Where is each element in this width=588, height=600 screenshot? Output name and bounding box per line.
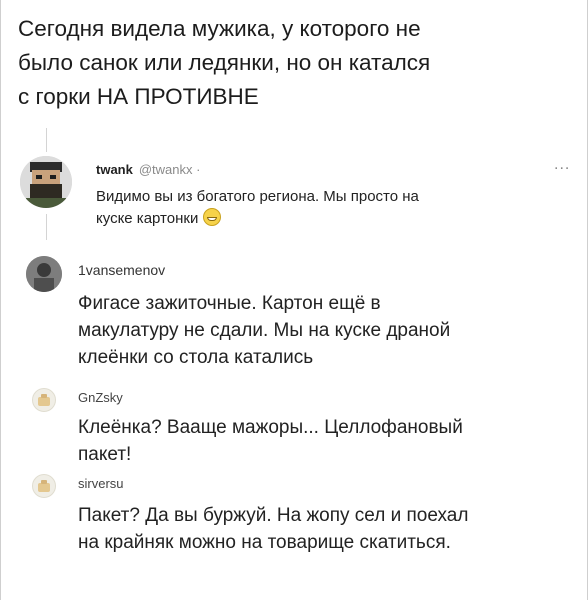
- tweet-meta: twank @twankx ·: [96, 162, 200, 177]
- post-line: было санок или ледянки, но он катался: [18, 50, 431, 75]
- comment-line: на крайняк можно на товарище скатиться.: [78, 532, 451, 553]
- post-text: Сегодня видела мужика, у которого не был…: [18, 12, 578, 114]
- more-options-icon[interactable]: ...: [554, 156, 570, 174]
- comment-username[interactable]: 1vansemenov: [78, 262, 165, 278]
- comment-text: Фигасе зажиточные. Картон ещё в макулату…: [78, 290, 578, 371]
- comment-text: Клеёнка? Вааще мажоры... Целлофановый па…: [78, 414, 578, 468]
- comment-line: пакет!: [78, 444, 132, 465]
- comment-line: Фигасе зажиточные. Картон ещё в: [78, 293, 381, 314]
- comment-line: клеёнки со стола катались: [78, 347, 314, 368]
- default-avatar-icon: [38, 394, 50, 406]
- tweet-line: куске картонки: [96, 208, 572, 230]
- comment-line: Пакет? Да вы буржуй. На жопу сел и поеха…: [78, 505, 469, 526]
- grinning-emoji-icon: [202, 208, 221, 226]
- default-avatar-icon: [38, 480, 50, 492]
- thread-connector: [46, 214, 47, 240]
- avatar[interactable]: [26, 256, 62, 292]
- avatar[interactable]: [32, 388, 56, 412]
- tweet-author-name[interactable]: twank: [96, 162, 133, 177]
- post-line: с горки НА ПРОТИВНЕ: [18, 84, 259, 109]
- tweet-line-text: куске картонки: [96, 210, 199, 227]
- left-border: [0, 0, 1, 600]
- comment-username[interactable]: GnZsky: [78, 390, 123, 405]
- comment-text: Пакет? Да вы буржуй. На жопу сел и поеха…: [78, 502, 578, 556]
- bearded-man-avatar-icon: [20, 156, 72, 208]
- post-line: Сегодня видела мужика, у которого не: [18, 16, 421, 41]
- user-photo-icon: [26, 256, 62, 292]
- avatar[interactable]: [32, 474, 56, 498]
- comment-username[interactable]: sirversu: [78, 476, 124, 491]
- thread-connector: [46, 128, 47, 152]
- avatar[interactable]: [20, 156, 72, 208]
- comment-line: макулатуру не сдали. Мы на куске драной: [78, 320, 451, 341]
- tweet-line: Видимо вы из богатого региона. Мы просто…: [96, 188, 419, 205]
- tweet-author-handle[interactable]: @twankx ·: [139, 162, 201, 177]
- comment-line: Клеёнка? Вааще мажоры... Целлофановый: [78, 417, 463, 438]
- tweet-text: Видимо вы из богатого региона. Мы просто…: [96, 186, 572, 230]
